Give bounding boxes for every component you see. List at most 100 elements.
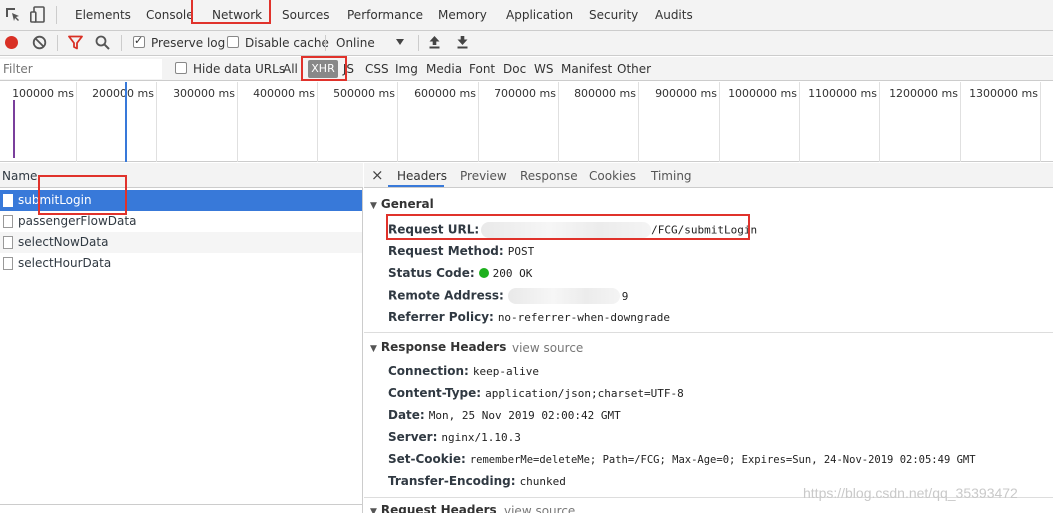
tab-elements[interactable]: Elements [75,8,131,22]
watermark-text: https://blog.csdn.net/qq_35393472 [803,485,1018,501]
export-har-icon[interactable] [456,35,469,52]
close-icon[interactable]: × [371,166,384,184]
header-key: Connection: [388,364,469,378]
filter-input[interactable] [0,59,162,79]
tab-audits[interactable]: Audits [655,8,693,22]
tab-sources[interactable]: Sources [282,8,329,22]
tab-response[interactable]: Response [520,169,578,183]
triangle-down-icon: ▼ [370,344,377,354]
timeline-gridline [960,82,961,162]
view-source-link[interactable]: view source [504,504,575,513]
document-icon [3,215,13,228]
header-key: Transfer-Encoding: [388,474,516,488]
record-icon[interactable] [5,36,18,49]
hide-data-urls-checkbox[interactable] [175,62,187,74]
tab-security[interactable]: Security [589,8,638,22]
remote-address-row: Remote Address: 9 [388,288,628,304]
timeline-tick-label: 400000 ms [253,87,315,100]
device-toolbar-icon[interactable] [30,6,46,27]
preserve-log-checkbox[interactable] [133,34,145,48]
timeline-gridline [558,82,559,162]
status-ok-dot-icon [478,268,489,278]
response-header-row: Server: nginx/1.10.3 [388,430,521,444]
response-headers-toggle[interactable]: ▼ Response Headers [370,340,506,354]
request-row-selectnowdata[interactable]: selectNowData [0,232,362,253]
timeline-gridline [156,82,157,162]
timeline-gridline [879,82,880,162]
filter-bar: Hide data URLs All XHR JS CSS Img Media … [0,56,1053,81]
response-headers-title: Response Headers [380,340,507,354]
request-method-label: Request Method: [388,244,504,258]
timeline-tick-label: 1100000 ms [808,87,877,100]
view-source-link[interactable]: view source [512,341,583,355]
request-name: selectHourData [18,256,112,270]
filter-type-manifest[interactable]: Manifest [561,62,612,76]
timeline-tick-label: 100000 ms [12,87,74,100]
request-row-selecthourdata[interactable]: selectHourData [0,253,362,274]
request-method-value: POST [507,245,535,258]
devtools-tab-bar: Elements Console Network Sources Perform… [0,0,1053,31]
disable-cache-label: Disable cache [245,36,329,50]
timeline-gridline [397,82,398,162]
triangle-down-icon: ▼ [370,201,377,211]
filter-type-media[interactable]: Media [426,62,462,76]
search-icon[interactable] [95,35,110,53]
timeline-gridline [317,82,318,162]
general-section-title: General [380,197,434,211]
timeline-tick-label: 600000 ms [414,87,476,100]
import-har-icon[interactable] [428,35,441,52]
list-footer-divider [0,504,363,505]
timeline-tick-label: 200000 ms [92,87,154,100]
tab-timing[interactable]: Timing [651,169,692,183]
tab-application[interactable]: Application [506,8,573,22]
referrer-policy-label: Referrer Policy: [388,310,494,324]
tab-headers[interactable]: Headers [397,169,447,183]
tab-memory[interactable]: Memory [438,8,487,22]
filter-type-img[interactable]: Img [395,62,418,76]
timeline-playhead [125,82,127,162]
document-icon [3,194,13,207]
header-value: Mon, 25 Nov 2019 02:00:42 GMT [428,409,621,422]
details-tab-bar: × Headers Preview Response Cookies Timin… [364,163,1053,188]
response-header-row: Content-Type: application/json;charset=UT… [388,386,684,400]
filter-type-ws[interactable]: WS [534,62,553,76]
timeline-tick-label: 300000 ms [173,87,235,100]
filter-type-all[interactable]: All [283,62,298,76]
tab-cookies[interactable]: Cookies [589,169,636,183]
filter-type-css[interactable]: CSS [365,62,389,76]
timeline-overview[interactable]: 100000 ms 200000 ms 300000 ms 400000 ms … [0,82,1053,162]
general-section-toggle[interactable]: ▼ General [370,197,434,211]
active-tab-indicator [388,185,444,187]
document-icon [3,236,13,249]
preserve-log-label: Preserve log [151,36,226,50]
header-value: nginx/1.10.3 [441,431,521,444]
inspect-element-icon[interactable] [5,7,21,26]
tab-performance[interactable]: Performance [347,8,423,22]
clear-icon[interactable] [32,35,47,53]
filter-icon[interactable] [68,35,83,53]
timeline-tick-label: 1200000 ms [889,87,958,100]
throttling-select[interactable]: Online [336,36,375,50]
toolbar-divider [418,35,419,51]
tab-preview[interactable]: Preview [460,169,507,183]
response-header-row: Connection: keep-alive [388,364,539,378]
disable-cache-checkbox[interactable] [227,36,239,48]
filter-type-font[interactable]: Font [469,62,495,76]
referrer-policy-row: Referrer Policy: no-referrer-when-downgra… [388,310,670,324]
toolbar-divider [57,35,58,51]
status-code-row: Status Code: 200 OK [388,266,532,280]
filter-type-other[interactable]: Other [617,62,651,76]
name-column-header[interactable]: Name [2,169,37,183]
chevron-down-icon[interactable] [396,39,404,45]
filter-type-doc[interactable]: Doc [503,62,526,76]
header-value: keep-alive [472,365,540,378]
tab-console[interactable]: Console [146,8,194,22]
submitlogin-highlight [38,175,127,215]
timeline-tick-label: 700000 ms [494,87,556,100]
request-headers-title: Request Headers [380,503,497,513]
request-headers-toggle[interactable]: ▼ Request Headers [370,503,497,513]
triangle-down-icon: ▼ [370,507,377,513]
network-toolbar: Preserve log Disable cache Online [0,31,1053,56]
request-list-panel: Name submitLogin passengerFlowData selec… [0,163,363,513]
timeline-tick-label: 900000 ms [655,87,717,100]
